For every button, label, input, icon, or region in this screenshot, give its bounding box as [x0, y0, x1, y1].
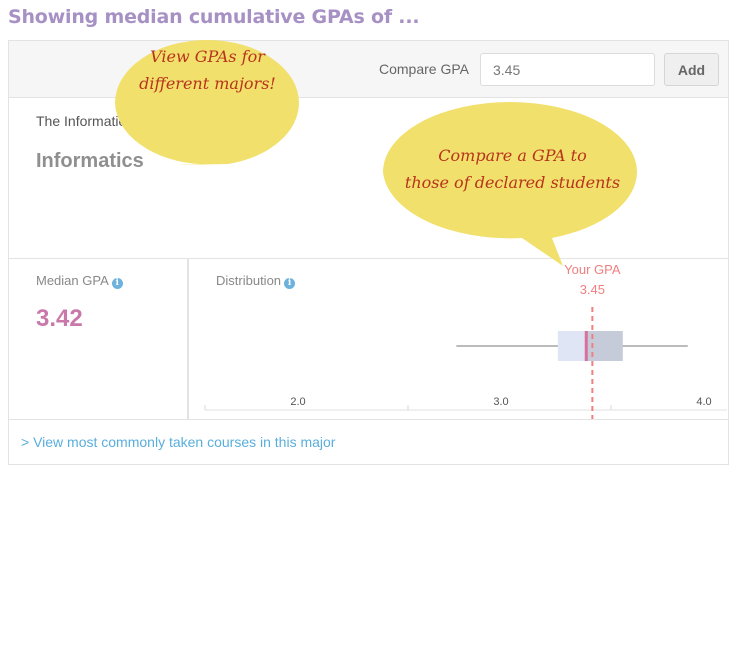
- add-button[interactable]: Add: [664, 53, 719, 86]
- callout-compare-line2: those of declared students: [404, 173, 621, 192]
- your-gpa-label: Your GPA: [564, 262, 621, 277]
- callout-text-majors: View GPAs for different majors!: [120, 43, 295, 97]
- compare-gpa-input[interactable]: [480, 53, 655, 86]
- page-title: Showing median cumulative GPAs of ...: [8, 6, 420, 28]
- callout-compare-line1: Compare a GPA to: [438, 146, 587, 165]
- box-lower-half: [557, 331, 587, 361]
- your-gpa-value: 3.45: [580, 282, 605, 297]
- major-gpa-card: Compare GPA Add The Information School (…: [8, 40, 729, 465]
- axis-tick-label: 2.0: [290, 396, 305, 408]
- callout-majors-line2: different majors!: [139, 74, 276, 93]
- distribution-boxplot: 2.0 3.0 4.0 Your GPA 3.45: [204, 262, 727, 419]
- axis-tick-label: 3.0: [493, 396, 508, 408]
- compare-gpa-label: Compare GPA: [379, 61, 469, 77]
- major-name: Informatics: [36, 150, 144, 172]
- axis-tick-label: 4.0: [696, 396, 711, 408]
- callout-text-compare: Compare a GPA to those of declared stude…: [385, 142, 640, 196]
- stats-section: Median GPA i 3.42 Distribution i 2.0 3.0 4.0…: [9, 259, 728, 420]
- school-name: The Information School (Seattle campus): [36, 113, 291, 129]
- callout-majors-line1: View GPAs for: [150, 47, 265, 66]
- view-courses-link[interactable]: > View most commonly taken courses in th…: [21, 434, 335, 450]
- compare-toolbar: Compare GPA Add: [9, 41, 728, 98]
